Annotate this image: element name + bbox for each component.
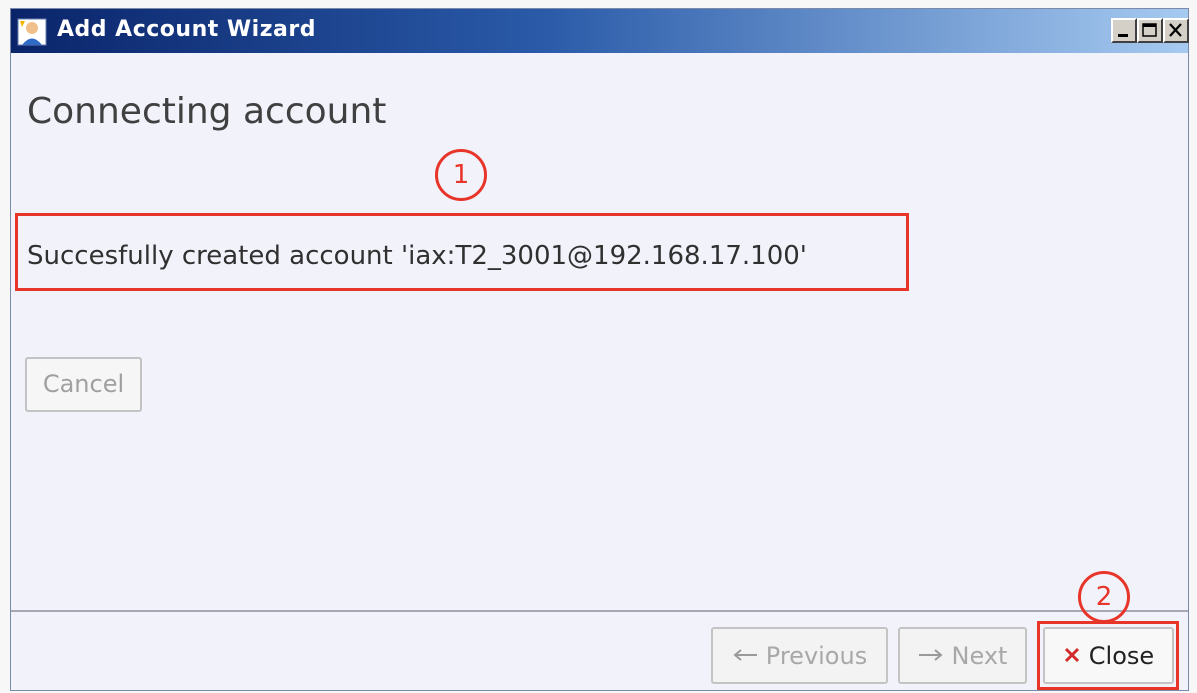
maximize-button[interactable] — [1137, 18, 1163, 43]
close-label: Close — [1088, 641, 1155, 670]
status-message: Succesfully created account 'iax:T2_3001… — [27, 241, 807, 271]
minimize-button[interactable] — [1111, 18, 1137, 43]
previous-label: Previous — [765, 641, 868, 670]
maximize-icon — [1139, 23, 1161, 45]
user-wizard-icon — [17, 18, 47, 46]
close-x-icon — [1063, 642, 1081, 670]
previous-button[interactable]: Previous — [711, 627, 888, 684]
close-icon — [1165, 23, 1187, 45]
title-bar[interactable]: Add Account Wizard — [11, 9, 1189, 53]
window-title: Add Account Wizard — [57, 17, 316, 42]
next-button[interactable]: Next — [898, 627, 1027, 684]
close-button[interactable]: Close — [1043, 627, 1174, 684]
annotation-badge-1: 1 — [435, 149, 487, 201]
footer-divider — [11, 610, 1188, 612]
window-close-button[interactable] — [1163, 18, 1189, 43]
arrow-right-icon — [918, 643, 944, 668]
cancel-button[interactable]: Cancel — [25, 357, 142, 412]
wizard-window: Add Account Wizard Connecting account 1 … — [10, 8, 1189, 691]
page-heading: Connecting account — [27, 91, 387, 132]
next-label: Next — [951, 641, 1008, 670]
annotation-badge-2: 2 — [1078, 571, 1130, 623]
minimize-icon — [1113, 26, 1135, 45]
arrow-left-icon — [732, 643, 758, 668]
